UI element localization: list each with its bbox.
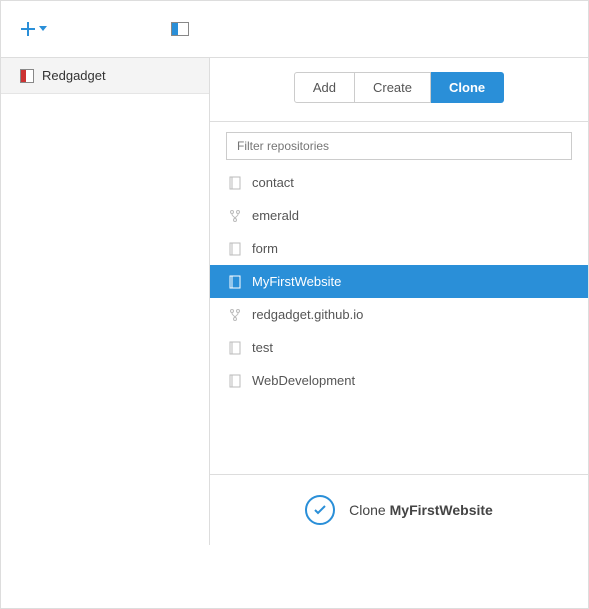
main-panel: Add Create Clone contact emerald form My… xyxy=(210,58,589,545)
clone-confirm-button[interactable] xyxy=(305,495,335,525)
sidebar-item-account[interactable]: Redgadget xyxy=(0,58,209,94)
repo-label: MyFirstWebsite xyxy=(252,274,341,289)
repo-item[interactable]: WebDevelopment xyxy=(210,364,588,397)
panel-toggle-button[interactable] xyxy=(171,22,189,36)
repo-label: form xyxy=(252,241,278,256)
plus-icon xyxy=(20,21,36,37)
repo-item[interactable]: form xyxy=(210,232,588,265)
panel-icon xyxy=(171,22,189,36)
topbar xyxy=(0,0,589,58)
repo-label: contact xyxy=(252,175,294,190)
repo-label: redgadget.github.io xyxy=(252,307,363,322)
account-icon xyxy=(20,69,34,83)
repo-icon xyxy=(228,374,242,388)
repo-icon xyxy=(228,341,242,355)
footer-text: Clone MyFirstWebsite xyxy=(349,502,493,518)
sidebar: Redgadget xyxy=(0,58,210,545)
footer-action: Clone xyxy=(349,502,386,518)
filter-wrap xyxy=(210,122,588,166)
repo-icon xyxy=(228,242,242,256)
repo-list: contact emerald form MyFirstWebsite redg… xyxy=(210,166,588,474)
tab-create[interactable]: Create xyxy=(355,72,431,103)
caret-down-icon xyxy=(39,26,47,31)
content: Redgadget Add Create Clone contact emera… xyxy=(0,58,589,545)
check-icon xyxy=(312,502,328,518)
action-tabs: Add Create Clone xyxy=(210,58,588,122)
add-dropdown-button[interactable] xyxy=(20,21,47,37)
repo-label: emerald xyxy=(252,208,299,223)
repo-icon xyxy=(228,176,242,190)
repo-label: test xyxy=(252,340,273,355)
repo-item[interactable]: contact xyxy=(210,166,588,199)
footer-target: MyFirstWebsite xyxy=(390,502,493,518)
repo-item[interactable]: MyFirstWebsite xyxy=(210,265,588,298)
tab-add[interactable]: Add xyxy=(294,72,355,103)
fork-icon xyxy=(228,209,242,223)
tab-clone[interactable]: Clone xyxy=(431,72,504,103)
repo-item[interactable]: test xyxy=(210,331,588,364)
repo-icon xyxy=(228,275,242,289)
filter-input[interactable] xyxy=(226,132,572,160)
repo-item[interactable]: emerald xyxy=(210,199,588,232)
footer: Clone MyFirstWebsite xyxy=(210,474,588,545)
repo-item[interactable]: redgadget.github.io xyxy=(210,298,588,331)
repo-label: WebDevelopment xyxy=(252,373,355,388)
fork-icon xyxy=(228,308,242,322)
sidebar-item-label: Redgadget xyxy=(42,68,106,83)
